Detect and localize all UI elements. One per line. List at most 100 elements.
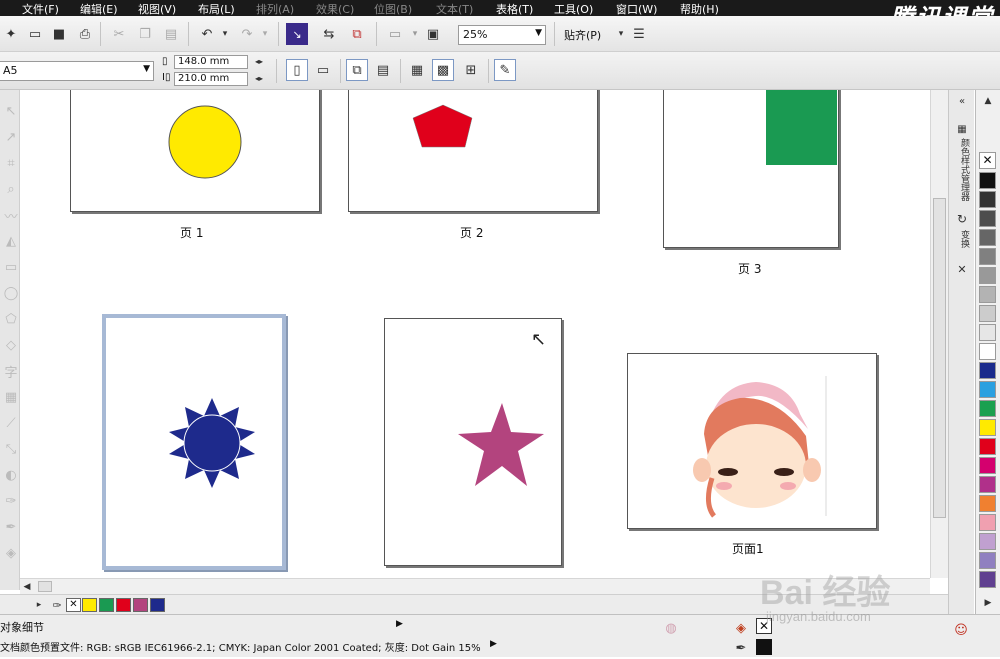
page-3-thumbnail[interactable]	[663, 90, 839, 248]
zoom-tool-icon[interactable]: ⌕	[0, 178, 22, 200]
fill-color-none[interactable]: ✕	[756, 618, 772, 634]
table-tool-icon[interactable]: ▦	[0, 386, 22, 408]
copy-icon[interactable]: ❐	[134, 23, 156, 45]
duplicate-distance-icon[interactable]: ⊞	[460, 59, 482, 81]
page-2-thumbnail[interactable]	[348, 90, 598, 212]
units-icon[interactable]: ▦	[406, 59, 428, 81]
app-launcher-icon[interactable]: ▭	[384, 23, 406, 45]
welcome-screen-icon[interactable]: ▣	[422, 23, 444, 45]
blend-tool-icon[interactable]: ◐	[0, 464, 22, 486]
palette-swatch[interactable]	[979, 476, 996, 493]
page-4-thumbnail-selected[interactable]	[102, 314, 286, 570]
palette-swatch[interactable]	[979, 495, 996, 512]
redo-dropdown-icon[interactable]: ▾	[254, 23, 276, 45]
menu-arrange[interactable]: 排列(A)	[256, 1, 294, 17]
hscroll-thumb[interactable]	[38, 581, 52, 592]
menu-view[interactable]: 视图(V)	[138, 1, 176, 17]
doc-color-swatch[interactable]	[116, 598, 131, 612]
dimension-tool-icon[interactable]: ⟋	[0, 412, 22, 434]
palette-swatch[interactable]	[979, 552, 996, 569]
eyedropper-icon[interactable]: ✑	[46, 594, 68, 616]
page-5-thumbnail[interactable]: ↖	[384, 318, 562, 566]
treat-as-filled-icon[interactable]: ✎	[494, 59, 516, 81]
eyedropper-tool-icon[interactable]: ✑	[0, 490, 22, 512]
menu-file[interactable]: 文件(F)	[22, 1, 59, 17]
palette-swatch[interactable]	[979, 191, 996, 208]
print-icon[interactable]: ⎙	[74, 23, 96, 45]
palette-scroll-up-icon[interactable]: ▲	[978, 90, 998, 112]
palette-swatch[interactable]	[979, 571, 996, 588]
doc-color-swatch[interactable]	[82, 598, 97, 612]
import-icon[interactable]: ↘	[286, 23, 308, 45]
close-docker-icon[interactable]: ✕	[951, 258, 973, 280]
outline-color-swatch[interactable]	[756, 639, 772, 655]
shape-tool-icon[interactable]: ↗	[0, 126, 22, 148]
basic-shapes-icon[interactable]: ◇	[0, 334, 22, 356]
save-icon[interactable]: ■	[48, 23, 70, 45]
text-tool-icon[interactable]: 字	[0, 360, 22, 382]
magenta-star[interactable]	[458, 403, 544, 486]
transform-icon[interactable]: ↻	[951, 208, 973, 230]
smart-fill-icon[interactable]: ◭	[0, 230, 22, 252]
menu-tools[interactable]: 工具(O)	[554, 1, 593, 17]
menu-window[interactable]: 窗口(W)	[616, 1, 657, 17]
no-color-swatch[interactable]: ✕	[979, 152, 996, 169]
palette-swatch[interactable]	[979, 267, 996, 284]
ellipse-tool-icon[interactable]: ◯	[0, 282, 22, 304]
cartoon-girl-illustration[interactable]	[628, 354, 878, 530]
palette-swatch[interactable]	[979, 457, 996, 474]
palette-swatch[interactable]	[979, 400, 996, 417]
fill-tool-icon[interactable]: ◈	[0, 542, 22, 564]
palette-swatch[interactable]	[979, 172, 996, 189]
status-arrow-icon[interactable]: ▶	[396, 619, 403, 629]
color-styles-icon[interactable]: ▦	[951, 118, 973, 140]
horizontal-scrollbar[interactable]: ◀	[20, 578, 930, 594]
palette-swatch[interactable]	[979, 248, 996, 265]
palette-swatch[interactable]	[979, 229, 996, 246]
freehand-tool-icon[interactable]: 〰	[0, 204, 22, 226]
crop-tool-icon[interactable]: ⌗	[0, 152, 22, 174]
doc-color-swatch[interactable]	[99, 598, 114, 612]
width-spinner-icon[interactable]: ◂▸	[250, 54, 268, 68]
export-icon[interactable]: ⇆	[318, 23, 340, 45]
transform-tab[interactable]: 变换	[953, 230, 971, 248]
palette-swatch[interactable]	[979, 514, 996, 531]
palette-swatch[interactable]	[979, 324, 996, 341]
palette-swatch[interactable]	[979, 419, 996, 436]
page-size-combo[interactable]: A5 ▼	[0, 61, 154, 81]
portrait-icon[interactable]: ▯	[286, 59, 308, 81]
green-rectangle[interactable]	[766, 90, 837, 165]
polygon-tool-icon[interactable]: ⬠	[0, 308, 22, 330]
yellow-circle[interactable]	[168, 105, 242, 179]
doc-no-color-swatch[interactable]: ✕	[66, 598, 81, 612]
cut-icon[interactable]: ✂	[108, 23, 130, 45]
connector-tool-icon[interactable]: ⤡	[0, 438, 22, 460]
drawing-canvas[interactable]: 页 1 页 2 页 3 ↖ 页面1	[20, 90, 930, 578]
height-spinner-icon[interactable]: ◂▸	[250, 71, 268, 85]
open-folder-icon[interactable]: ▭	[24, 23, 46, 45]
undo-dropdown-icon[interactable]: ▾	[214, 23, 236, 45]
palette-swatch[interactable]	[979, 362, 996, 379]
zoom-combo[interactable]: 25% ▼	[458, 25, 546, 45]
all-pages-icon[interactable]: ⧉	[346, 59, 368, 81]
palette-swatch[interactable]	[979, 343, 996, 360]
palette-swatch[interactable]	[979, 438, 996, 455]
rectangle-tool-icon[interactable]: ▭	[0, 256, 22, 278]
menu-layout[interactable]: 布局(L)	[198, 1, 235, 17]
new-document-icon[interactable]: ✦	[0, 23, 22, 45]
publish-icon[interactable]: ⧉	[346, 23, 368, 45]
menu-bitmaps[interactable]: 位图(B)	[374, 1, 412, 17]
color-styles-tab[interactable]: 颜色样式管理器	[953, 138, 971, 201]
menu-edit[interactable]: 编辑(E)	[80, 1, 118, 17]
collapse-docker-icon[interactable]: «	[951, 90, 973, 112]
profile-arrow-icon[interactable]: ▶	[490, 639, 497, 649]
palette-scroll-down-icon[interactable]: ▶	[978, 592, 998, 614]
palette-swatch[interactable]	[979, 210, 996, 227]
page-width-field[interactable]: 148.0 mm	[174, 55, 248, 69]
palette-swatch[interactable]	[979, 533, 996, 550]
doc-color-swatch[interactable]	[150, 598, 165, 612]
menu-table[interactable]: 表格(T)	[496, 1, 533, 17]
page-1-thumbnail[interactable]	[70, 90, 320, 212]
pick-tool-icon[interactable]: ↖	[0, 100, 22, 122]
nudge-icon[interactable]: ▩	[432, 59, 454, 81]
